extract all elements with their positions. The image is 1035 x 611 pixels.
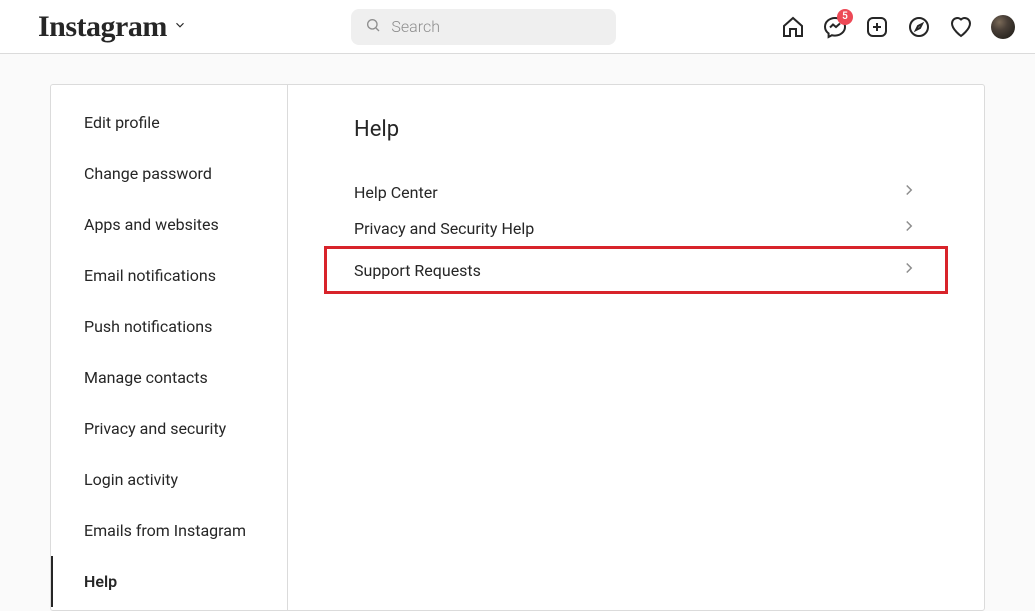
help-row-label: Privacy and Security Help — [354, 219, 534, 238]
messenger-icon[interactable]: 5 — [823, 15, 847, 39]
chevron-right-icon — [900, 259, 918, 281]
chevron-down-icon — [173, 17, 187, 36]
sidebar-item-edit-profile[interactable]: Edit profile — [51, 97, 287, 148]
sidebar-item-label: Login activity — [84, 470, 178, 489]
sidebar-item-email-notifications[interactable]: Email notifications — [51, 250, 287, 301]
search-input[interactable]: Search — [351, 9, 616, 45]
help-row-help-center[interactable]: Help Center — [354, 174, 918, 210]
search-icon — [365, 17, 381, 37]
help-row-label: Support Requests — [354, 261, 481, 280]
sidebar-item-label: Edit profile — [84, 113, 160, 132]
help-row-support-requests[interactable]: Support Requests — [354, 249, 918, 291]
top-bar: Instagram Search 5 — [0, 0, 1035, 54]
help-row-privacy-security[interactable]: Privacy and Security Help — [354, 210, 918, 246]
home-icon[interactable] — [781, 15, 805, 39]
main-panel: Help Help Center Privacy and Security He… — [288, 85, 984, 610]
sidebar-item-label: Email notifications — [84, 266, 216, 285]
sidebar-item-change-password[interactable]: Change password — [51, 148, 287, 199]
explore-icon[interactable] — [907, 15, 931, 39]
sidebar-item-manage-contacts[interactable]: Manage contacts — [51, 352, 287, 403]
sidebar-item-apps-websites[interactable]: Apps and websites — [51, 199, 287, 250]
sidebar-item-help[interactable]: Help — [51, 556, 287, 607]
sidebar-item-login-activity[interactable]: Login activity — [51, 454, 287, 505]
search-placeholder: Search — [391, 17, 440, 36]
settings-sidebar: Edit profile Change password Apps and we… — [51, 85, 288, 610]
sidebar-item-privacy-security[interactable]: Privacy and security — [51, 403, 287, 454]
profile-avatar[interactable] — [991, 15, 1015, 39]
sidebar-item-label: Emails from Instagram — [84, 521, 246, 540]
sidebar-item-push-notifications[interactable]: Push notifications — [51, 301, 287, 352]
avatar-image — [991, 15, 1015, 39]
brand-logo: Instagram — [38, 10, 167, 44]
help-list: Help Center Privacy and Security Help Su… — [354, 174, 918, 294]
settings-container: Edit profile Change password Apps and we… — [50, 84, 985, 611]
nav-icons: 5 — [781, 15, 1015, 39]
activity-icon[interactable] — [949, 15, 973, 39]
sidebar-item-label: Manage contacts — [84, 368, 208, 387]
sidebar-item-label: Help — [84, 572, 117, 591]
notification-badge: 5 — [837, 9, 853, 25]
sidebar-item-label: Apps and websites — [84, 215, 219, 234]
brand-wrap[interactable]: Instagram — [38, 10, 187, 44]
search-wrap: Search — [351, 9, 616, 45]
chevron-right-icon — [900, 217, 918, 239]
chevron-right-icon — [900, 181, 918, 203]
new-post-icon[interactable] — [865, 15, 889, 39]
sidebar-item-label: Push notifications — [84, 317, 212, 336]
highlight-annotation: Support Requests — [324, 246, 948, 294]
page-title: Help — [354, 117, 918, 142]
sidebar-item-emails-instagram[interactable]: Emails from Instagram — [51, 505, 287, 556]
help-row-label: Help Center — [354, 183, 438, 202]
sidebar-item-label: Privacy and security — [84, 419, 226, 438]
sidebar-item-label: Change password — [84, 164, 212, 183]
